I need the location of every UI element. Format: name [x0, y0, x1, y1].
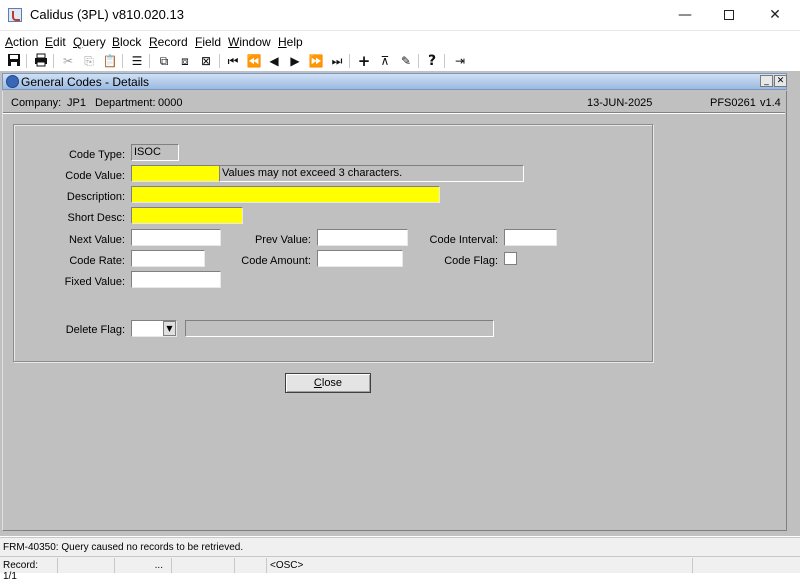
close-window-button[interactable]: ✕ — [752, 0, 798, 31]
fixed-value-input[interactable] — [131, 271, 221, 288]
code-amount-label: Code Amount: — [241, 255, 311, 267]
code-flag-checkbox[interactable] — [504, 252, 517, 265]
cut-icon[interactable]: ✂ — [60, 53, 76, 69]
record-count: Record: 1/1 — [3, 560, 39, 582]
chevron-down-icon[interactable]: ▼ — [163, 321, 176, 336]
status-cell-5 — [234, 558, 266, 573]
delete-flag-description — [185, 320, 494, 337]
code-value-input[interactable] — [131, 165, 221, 182]
short-desc-label: Short Desc: — [67, 212, 125, 224]
company-value: JP1 — [67, 97, 86, 109]
clear-record-icon[interactable]: ⊠ — [198, 53, 214, 69]
form-info-bar: Company: JP1 Department: 0000 13-JUN-202… — [5, 95, 785, 111]
menu-record[interactable]: Record — [149, 35, 188, 49]
insert-record-icon[interactable]: + — [356, 53, 372, 69]
maximize-icon — [724, 10, 734, 20]
code-interval-label: Code Interval: — [429, 234, 498, 246]
code-value-hint: Values may not exceed 3 characters. — [219, 165, 524, 182]
form-id: PFS0261 — [710, 97, 756, 109]
next-record-icon[interactable]: ▶ — [287, 53, 303, 69]
menu-query[interactable]: Query — [73, 35, 106, 49]
description-label: Description: — [66, 191, 125, 203]
window-title-bar: Calidus (3PL) v810.020.13 — ✕ — [0, 0, 800, 31]
duplicate-field-icon[interactable]: ⧈ — [177, 53, 193, 69]
company-label: Company: — [11, 97, 62, 109]
short-desc-input[interactable] — [131, 207, 243, 224]
form-date: 13-JUN-2025 — [587, 97, 653, 109]
menu-window[interactable]: Window — [228, 35, 271, 49]
copy-icon[interactable]: ⎘ — [81, 53, 97, 69]
code-amount-input[interactable] — [317, 250, 403, 267]
form-title: General Codes - Details — [21, 75, 150, 89]
prev-value-input[interactable] — [317, 229, 408, 246]
message-bar: FRM-40350: Query caused no records to be… — [0, 537, 800, 556]
maximize-button[interactable] — [706, 0, 752, 31]
previous-record-icon[interactable]: ◀ — [266, 53, 282, 69]
code-rate-label: Code Rate: — [69, 255, 125, 267]
list-icon[interactable]: ☰ — [129, 53, 145, 69]
code-type-field: ISOC — [131, 144, 179, 161]
exit-icon[interactable]: ⇥ — [452, 53, 468, 69]
menu-bar: Action Edit Query Block Record Field Win… — [0, 32, 800, 52]
menu-help[interactable]: Help — [278, 35, 303, 49]
duplicate-record-icon[interactable]: ⧉ — [156, 53, 172, 69]
status-cell-2 — [57, 558, 114, 573]
form-title-bar: General Codes - Details _ ✕ — [2, 73, 787, 90]
delete-record-icon[interactable]: ⊼ — [377, 53, 393, 69]
minimize-button[interactable]: — — [662, 0, 708, 31]
form-version: v1.4 — [760, 97, 781, 109]
status-cell-4 — [171, 558, 234, 573]
toolbar: ✂ ⎘ 📋 ☰ ⧉ ⧈ ⊠ ⏮ ⏪ ◀ ▶ ⏩ ⏭ + ⊼ ✎ ? ⇥ — [0, 52, 800, 70]
status-osc: <OSC> — [266, 558, 692, 573]
menu-block[interactable]: Block — [112, 35, 141, 49]
save-icon[interactable] — [6, 53, 22, 69]
help-icon[interactable]: ? — [424, 53, 440, 69]
status-bar: Record: 1/1 ... <OSC> — [0, 556, 800, 582]
java-app-icon — [8, 8, 22, 22]
form-close-button[interactable]: ✕ — [774, 75, 787, 87]
next-block-icon[interactable]: ⏩ — [308, 53, 324, 69]
menu-field[interactable]: Field — [195, 35, 221, 49]
code-flag-label: Code Flag: — [444, 255, 498, 267]
print-icon[interactable] — [33, 53, 49, 69]
next-value-input[interactable] — [131, 229, 221, 246]
code-rate-input[interactable] — [131, 250, 205, 267]
paste-icon[interactable]: 📋 — [102, 53, 118, 69]
status-cell-7 — [692, 558, 800, 573]
last-record-icon[interactable]: ⏭ — [329, 53, 345, 69]
close-button[interactable]: Close — [285, 373, 371, 393]
delete-flag-label: Delete Flag: — [65, 324, 125, 336]
code-interval-input[interactable] — [504, 229, 557, 246]
prev-value-label: Prev Value: — [254, 234, 311, 246]
form-icon — [6, 75, 19, 88]
fixed-value-label: Fixed Value: — [64, 276, 125, 288]
department-label: Department: — [95, 97, 156, 109]
code-value-label: Code Value: — [65, 170, 125, 182]
status-message: FRM-40350: Query caused no records to be… — [3, 542, 244, 553]
form-minimize-button[interactable]: _ — [760, 75, 773, 87]
menu-edit[interactable]: Edit — [45, 35, 66, 49]
department-value: 0000 — [158, 97, 183, 109]
previous-block-icon[interactable]: ⏪ — [246, 53, 262, 69]
clear-field-icon[interactable]: ✎ — [398, 53, 414, 69]
info-divider — [3, 112, 785, 114]
description-input[interactable] — [131, 186, 440, 203]
code-type-label: Code Type: — [68, 149, 125, 161]
next-value-label: Next Value: — [68, 234, 125, 246]
first-record-icon[interactable]: ⏮ — [225, 53, 241, 69]
status-ellipsis: ... — [114, 558, 171, 573]
window-title: Calidus (3PL) v810.020.13 — [30, 7, 184, 22]
menu-action[interactable]: Action — [5, 35, 38, 49]
